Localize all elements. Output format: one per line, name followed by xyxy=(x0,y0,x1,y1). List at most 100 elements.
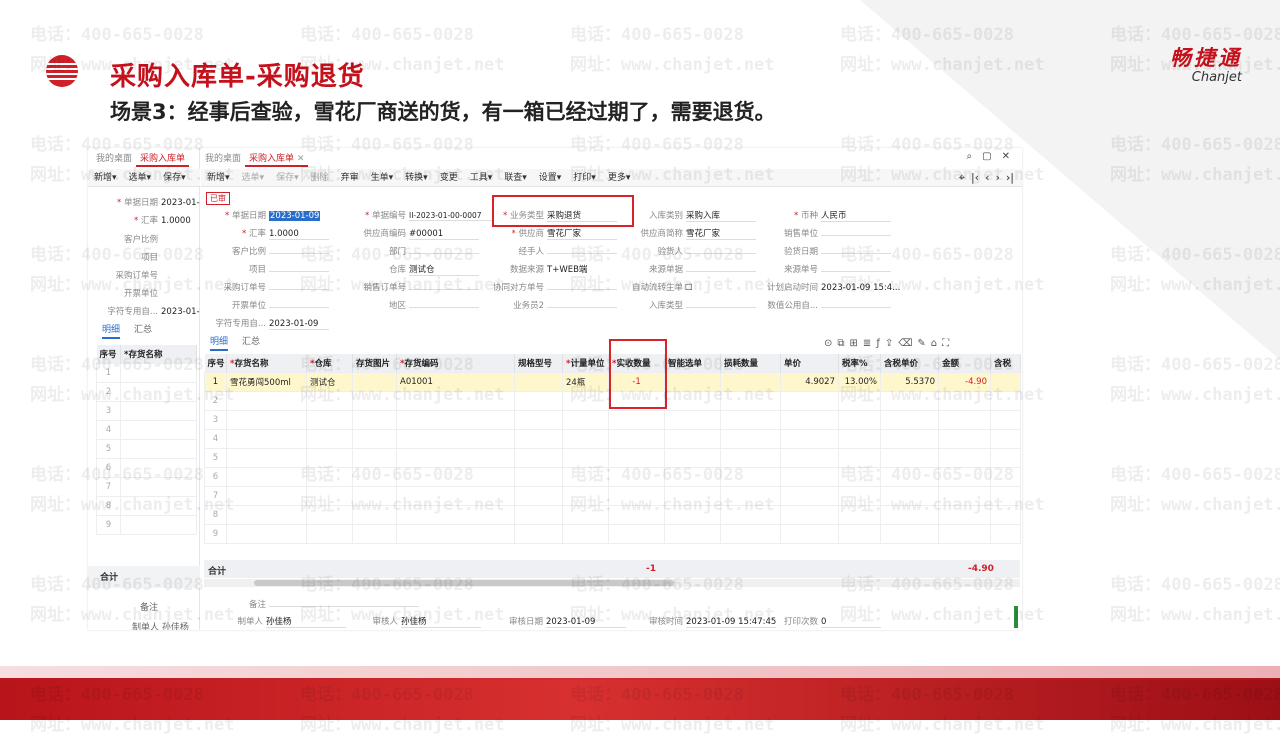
grid-cell[interactable] xyxy=(562,485,609,506)
generate-button[interactable]: 生单▾ xyxy=(365,169,400,187)
restore-icon[interactable]: ▢ xyxy=(982,151,991,162)
auto-flow-checkbox[interactable]: ☐ xyxy=(685,283,693,293)
grid-cell[interactable] xyxy=(226,390,307,411)
grid-col-header[interactable]: 规格型号 xyxy=(514,354,563,372)
table-row[interactable]: 9 xyxy=(204,523,1021,544)
grid-col-header[interactable]: 损耗数量 xyxy=(720,354,781,372)
grid-cell[interactable] xyxy=(990,504,1021,525)
grid-cell[interactable] xyxy=(352,485,397,506)
grid-cell[interactable] xyxy=(352,447,397,468)
bg-date-value[interactable]: 2023-01- xyxy=(161,198,200,208)
settings-button[interactable]: 设置▾ xyxy=(533,169,568,187)
grid-cell[interactable] xyxy=(664,428,721,449)
select-button[interactable]: 选单▾ xyxy=(236,169,271,187)
grid-col-header[interactable]: *存货编码 xyxy=(396,354,515,372)
grid-cell[interactable] xyxy=(720,371,781,392)
grid-cell[interactable] xyxy=(780,409,839,430)
grid-col-header[interactable]: 含税 xyxy=(990,354,1021,372)
grid-cell[interactable] xyxy=(720,447,781,468)
instock-type2-field[interactable] xyxy=(686,307,756,308)
grid-cell[interactable] xyxy=(306,504,353,525)
grid-cell[interactable] xyxy=(226,428,307,449)
grid-cell[interactable] xyxy=(838,409,881,430)
horizontal-scrollbar[interactable] xyxy=(204,579,1020,587)
grid-col-header[interactable]: *计量单位 xyxy=(562,354,609,372)
grid-col-header[interactable]: 含税单价 xyxy=(880,354,939,372)
date-field[interactable]: 2023-01-09 xyxy=(269,211,321,221)
tab-desktop[interactable]: 我的桌面 xyxy=(201,151,245,167)
grid-cell[interactable] xyxy=(562,504,609,525)
grid-cell[interactable] xyxy=(664,485,721,506)
grid-cell[interactable] xyxy=(838,485,881,506)
grid-cell[interactable] xyxy=(352,371,397,392)
formula-icon[interactable]: ƒ xyxy=(876,338,880,349)
grid-cell[interactable] xyxy=(608,466,665,487)
grid-cell[interactable] xyxy=(838,428,881,449)
grid-cell[interactable] xyxy=(990,409,1021,430)
new-button[interactable]: 新增▾ xyxy=(201,169,236,187)
grid-cell[interactable] xyxy=(562,409,609,430)
delete-row-icon[interactable]: ⌫ xyxy=(898,338,912,349)
check-date-field[interactable] xyxy=(821,253,891,254)
grid-col-header[interactable]: 税率% xyxy=(838,354,881,372)
vendor-code-field[interactable]: #00001 xyxy=(409,229,479,240)
grid-cell[interactable] xyxy=(396,485,515,506)
grid-cell[interactable] xyxy=(880,428,939,449)
vendor-short-field[interactable]: 雪花厂家 xyxy=(686,227,756,240)
grid-cell[interactable] xyxy=(306,485,353,506)
grid-cell[interactable] xyxy=(838,523,881,544)
table-row[interactable]: 5 xyxy=(204,447,1021,468)
grid-cell[interactable] xyxy=(396,428,515,449)
table-row[interactable]: 6 xyxy=(204,466,1021,487)
table-row[interactable]: 8 xyxy=(204,504,1021,525)
grid-cell[interactable] xyxy=(396,390,515,411)
rate-field[interactable]: 1.0000 xyxy=(269,229,329,240)
instock-type-field[interactable]: 采购入库 xyxy=(686,209,756,222)
grid-cell[interactable] xyxy=(938,485,991,506)
grid-cell[interactable] xyxy=(938,466,991,487)
bg-tab-summary[interactable]: 汇总 xyxy=(134,322,152,339)
tools-button[interactable]: 工具▾ xyxy=(464,169,499,187)
grid-cell[interactable] xyxy=(880,504,939,525)
grid-cell[interactable] xyxy=(514,466,563,487)
more-button[interactable]: 更多▾ xyxy=(602,169,637,187)
grid-cell[interactable] xyxy=(352,466,397,487)
grid-cell[interactable] xyxy=(990,466,1021,487)
project-field[interactable] xyxy=(269,271,329,272)
grid-cell[interactable] xyxy=(396,447,515,468)
grid-cell[interactable] xyxy=(562,390,609,411)
grid-cell[interactable] xyxy=(226,409,307,430)
grid-cell[interactable] xyxy=(514,523,563,544)
grid-cell[interactable] xyxy=(514,428,563,449)
close-tab-icon[interactable]: ✕ xyxy=(297,154,305,164)
grid-cell[interactable] xyxy=(838,447,881,468)
bg-rate-value[interactable]: 1.0000 xyxy=(161,216,191,226)
grid-cell[interactable]: 5.5370 xyxy=(880,371,939,392)
prev-record-icon[interactable]: ‹ xyxy=(985,171,989,185)
grid-cell[interactable] xyxy=(720,466,781,487)
grid-cell[interactable] xyxy=(514,409,563,430)
grid-col-header[interactable]: 智能选单 xyxy=(664,354,721,372)
grid-col-header[interactable]: 单价 xyxy=(780,354,839,372)
grid-cell[interactable] xyxy=(720,390,781,411)
grid-cell[interactable] xyxy=(514,447,563,468)
dept-field[interactable] xyxy=(409,253,479,254)
grid-cell[interactable] xyxy=(352,409,397,430)
link-query-button[interactable]: 联查▾ xyxy=(498,169,533,187)
grid-cell[interactable] xyxy=(780,523,839,544)
grid-cell[interactable] xyxy=(880,409,939,430)
region-field[interactable] xyxy=(409,307,479,308)
grid-cell[interactable] xyxy=(514,504,563,525)
grid-cell[interactable] xyxy=(664,390,721,411)
grid-cell[interactable]: 13.00% xyxy=(838,371,881,392)
batch-icon[interactable]: ≣ xyxy=(863,338,871,349)
bg-tab-instock[interactable]: 采购入库单 xyxy=(136,151,190,167)
num-custom-field[interactable] xyxy=(821,307,891,308)
grid-cell[interactable] xyxy=(664,504,721,525)
grid-cell[interactable] xyxy=(880,466,939,487)
grid-col-header[interactable]: 金额 xyxy=(938,354,991,372)
grid-cell[interactable] xyxy=(562,447,609,468)
grid-cell[interactable] xyxy=(938,523,991,544)
bg-select-button[interactable]: 选单▾ xyxy=(123,169,158,187)
staff2-field[interactable] xyxy=(547,307,617,308)
